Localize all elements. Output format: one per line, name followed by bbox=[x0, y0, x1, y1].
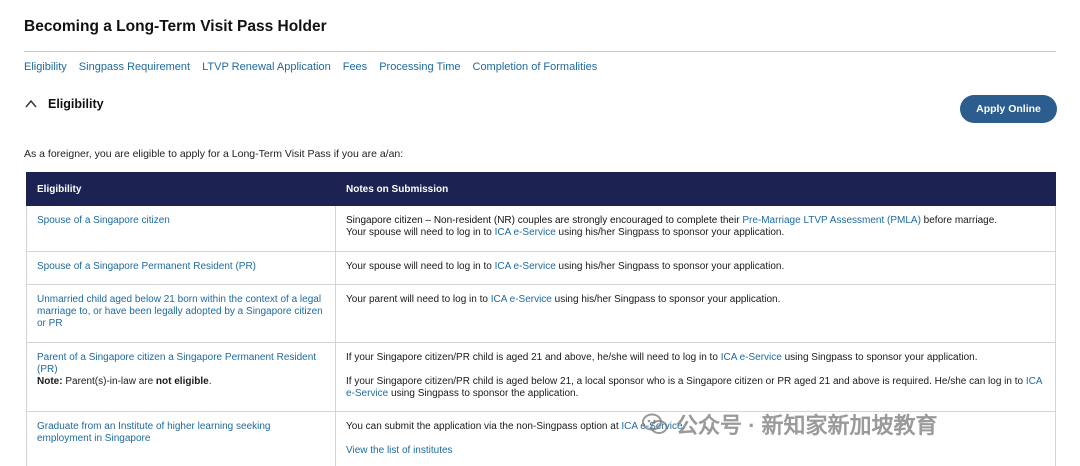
eligibility-link[interactable]: Spouse of a Singapore Permanent Resident… bbox=[37, 261, 256, 272]
eligibility-cell: Spouse of a Singapore Permanent Resident… bbox=[26, 251, 336, 285]
note-text: If your Singapore citizen/PR child is ag… bbox=[346, 352, 721, 363]
pmla-link[interactable]: Pre-Marriage LTVP Assessment (PMLA) bbox=[742, 215, 921, 226]
eligibility-link[interactable]: Parent of a Singapore citizen a Singapor… bbox=[37, 352, 316, 375]
table-row: Spouse of a Singapore citizen Singapore … bbox=[26, 205, 1056, 252]
nav-singpass-requirement[interactable]: Singpass Requirement bbox=[79, 61, 190, 73]
nav-processing-time[interactable]: Processing Time bbox=[379, 61, 460, 73]
header-notes: Notes on Submission bbox=[335, 172, 1056, 206]
note-text: You can submit the application via the n… bbox=[346, 421, 622, 432]
intro-text: As a foreigner, you are eligible to appl… bbox=[24, 148, 404, 160]
apply-online-button[interactable]: Apply Online bbox=[960, 95, 1057, 123]
note-text: Your parent will need to log in to bbox=[346, 294, 491, 305]
eligibility-link[interactable]: Spouse of a Singapore citizen bbox=[37, 215, 170, 226]
nav-eligibility[interactable]: Eligibility bbox=[24, 61, 67, 73]
ica-eservice-link[interactable]: ICA e-Service bbox=[495, 227, 556, 238]
eligibility-link[interactable]: Graduate from an Institute of higher lea… bbox=[37, 421, 270, 444]
note-text: Your spouse will need to log in to bbox=[346, 227, 495, 238]
table-row: Unmarried child aged below 21 born withi… bbox=[26, 284, 1056, 343]
note-text: Your spouse will need to log in to bbox=[346, 261, 495, 272]
note-text: If your Singapore citizen/PR child is ag… bbox=[346, 376, 1026, 387]
nav-completion-formalities[interactable]: Completion of Formalities bbox=[473, 61, 598, 73]
section-title: Eligibility bbox=[48, 97, 104, 111]
chevron-up-icon[interactable] bbox=[24, 97, 38, 111]
note-text: using his/her Singpass to sponsor your a… bbox=[555, 261, 785, 272]
table-header-row: Eligibility Notes on Submission bbox=[26, 172, 1056, 206]
notes-cell: If your Singapore citizen/PR child is ag… bbox=[335, 342, 1056, 412]
view-institutes-link[interactable]: View the list of institutes bbox=[346, 445, 453, 456]
note-text: using his/her Singpass to sponsor your a… bbox=[551, 294, 781, 305]
notes-cell: Singapore citizen – Non-resident (NR) co… bbox=[335, 205, 1056, 252]
note-text: using Singpass to sponsor your applicati… bbox=[781, 352, 978, 363]
eligibility-cell: Spouse of a Singapore citizen bbox=[26, 205, 336, 252]
nav-fees[interactable]: Fees bbox=[343, 61, 367, 73]
ica-eservice-link[interactable]: ICA e-Service bbox=[495, 261, 556, 272]
wechat-icon bbox=[642, 413, 668, 434]
table-row: Parent of a Singapore citizen a Singapor… bbox=[26, 342, 1056, 412]
eligibility-cell: Unmarried child aged below 21 born withi… bbox=[26, 284, 336, 343]
note-text: Singapore citizen – Non-resident (NR) co… bbox=[346, 215, 743, 226]
not-eligible-text: not eligible bbox=[155, 376, 209, 387]
watermark-text: 公众号 · 新知家新加坡教育 bbox=[676, 413, 938, 438]
page-title: Becoming a Long-Term Visit Pass Holder bbox=[24, 18, 327, 35]
note-text: . bbox=[208, 376, 212, 387]
note-text: Parent(s)-in-law are bbox=[62, 376, 156, 387]
watermark: 公众号 · 新知家新加坡教育 bbox=[640, 408, 938, 440]
notes-cell: Your spouse will need to log in to ICA e… bbox=[335, 251, 1056, 285]
title-divider bbox=[24, 51, 1056, 52]
note-text: using Singpass to sponsor the applicatio… bbox=[388, 388, 579, 399]
eligibility-cell: Graduate from an Institute of higher lea… bbox=[26, 411, 336, 466]
note-text: using his/her Singpass to sponsor your a… bbox=[555, 227, 785, 238]
note-label: Note: bbox=[37, 376, 63, 387]
header-eligibility: Eligibility bbox=[26, 172, 336, 206]
eligibility-cell: Parent of a Singapore citizen a Singapor… bbox=[26, 342, 336, 412]
ica-eservice-link[interactable]: ICA e-Service bbox=[491, 294, 552, 305]
note-text: before marriage. bbox=[920, 215, 998, 226]
ica-eservice-link[interactable]: ICA e-Service bbox=[721, 352, 782, 363]
table-row: Spouse of a Singapore Permanent Resident… bbox=[26, 251, 1056, 285]
eligibility-link[interactable]: Unmarried child aged below 21 born withi… bbox=[37, 294, 323, 329]
notes-cell: Your parent will need to log in to ICA e… bbox=[335, 284, 1056, 343]
nav-ltvp-renewal[interactable]: LTVP Renewal Application bbox=[202, 61, 331, 73]
eligibility-section-header[interactable]: Eligibility bbox=[24, 97, 104, 111]
anchor-nav: Eligibility Singpass Requirement LTVP Re… bbox=[24, 61, 597, 73]
